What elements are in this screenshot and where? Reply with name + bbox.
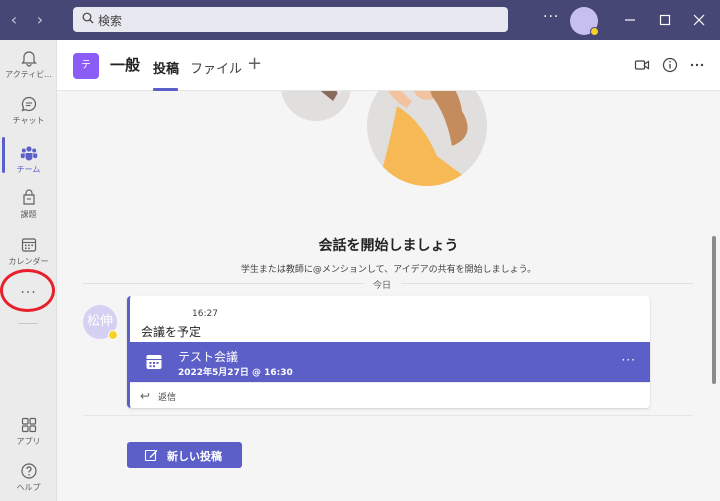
message-text: 会議を予定: [141, 325, 202, 339]
rail-label-help: ヘルプ: [16, 483, 41, 492]
video-icon[interactable]: [634, 57, 650, 73]
back-arrow-icon[interactable]: ‹: [6, 10, 22, 30]
rail-label-assignments: 課題: [20, 210, 37, 219]
profile-avatar[interactable]: [570, 7, 599, 36]
thread-divider: [83, 415, 693, 416]
teams-icon: [20, 146, 37, 161]
status-away-icon: [108, 330, 118, 340]
author-avatar[interactable]: 松伸: [83, 305, 118, 340]
info-icon[interactable]: [662, 57, 678, 73]
date-divider-label: 今日: [363, 278, 402, 291]
reply-button[interactable]: ↩ 返信: [130, 382, 650, 408]
minimize-icon[interactable]: [620, 10, 640, 30]
assignments-icon: [22, 189, 35, 205]
rail-item-apps[interactable]: アプリ: [0, 416, 57, 462]
meeting-card[interactable]: テスト会議 2022年5月27日 @ 16:30 ···: [130, 342, 650, 382]
rail-item-help[interactable]: ヘルプ: [0, 462, 57, 501]
help-icon: [20, 463, 37, 479]
channel-header: テ 一般 投稿 ファイル +: [57, 40, 720, 91]
meeting-date: 2022年5月27日 @ 16:30: [178, 368, 293, 378]
conversation-pane: 会話を開始しましょう 学生または教師に@メンションして、アイデアの共有を開始しま…: [57, 91, 720, 501]
title-bar: ‹ › 検索 ···: [0, 0, 720, 40]
more-options-icon[interactable]: [689, 57, 705, 73]
calendar-icon: [146, 355, 162, 369]
channel-name: 一般: [110, 56, 141, 74]
rail-label-calendar: カレンダー: [8, 257, 49, 266]
chat-icon: [21, 96, 36, 112]
rail-item-activity[interactable]: アクティビ...: [0, 49, 57, 95]
tab-posts[interactable]: 投稿: [153, 58, 179, 77]
message-card[interactable]: 16:27 会議を予定 テスト会議 2022年5月27日 @ 16:30 ···…: [127, 296, 650, 408]
illustration-small: [281, 91, 351, 121]
forward-arrow-icon[interactable]: ›: [32, 10, 48, 30]
scrollbar[interactable]: [712, 236, 716, 384]
rail-label-chat: チャット: [12, 116, 45, 125]
bell-icon: [20, 51, 37, 67]
status-away-icon: [590, 27, 599, 36]
apps-icon: [21, 417, 36, 433]
calendar-icon: [21, 238, 36, 252]
rail-item-teams[interactable]: チーム: [0, 144, 57, 190]
team-avatar[interactable]: テ: [73, 53, 99, 79]
rail-more-icon[interactable]: ···: [0, 285, 57, 301]
author-avatar-text: 松伸: [86, 314, 113, 329]
compose-icon: [144, 449, 158, 462]
rail-label-teams: チーム: [16, 165, 41, 174]
close-icon[interactable]: [689, 10, 709, 30]
rail-label-activity: アクティビ...: [5, 70, 52, 79]
rail-item-assignments[interactable]: 課題: [0, 189, 57, 235]
maximize-icon[interactable]: [655, 10, 675, 30]
illustration-person: [367, 91, 487, 186]
meeting-more-icon[interactable]: ···: [622, 353, 636, 367]
more-options-icon[interactable]: ···: [543, 9, 559, 25]
meeting-title: テスト会議: [178, 350, 239, 364]
new-post-label: 新しい投稿: [167, 450, 222, 463]
search-icon: [82, 12, 94, 24]
reply-label: 返信: [158, 393, 177, 403]
new-post-button[interactable]: 新しい投稿: [127, 442, 242, 468]
message-time: 16:27: [192, 309, 218, 319]
search-placeholder: 検索: [98, 14, 123, 28]
reply-icon: ↩: [140, 389, 151, 403]
empty-state-subtitle: 学生または教師に@メンションして、アイデアの共有を開始しましょう。: [240, 265, 537, 275]
rail-item-chat[interactable]: チャット: [0, 95, 57, 141]
rail-divider: [18, 323, 38, 324]
tab-files[interactable]: ファイル: [190, 58, 242, 77]
app-rail: アクティビ... チャット チーム 課題 カレンダー ··· アプリ ヘルプ: [0, 40, 57, 501]
rail-label-apps: アプリ: [16, 437, 41, 446]
empty-state-title: 会話を開始しましょう: [318, 238, 459, 254]
add-tab-icon[interactable]: +: [247, 53, 262, 74]
search-input[interactable]: 検索: [73, 7, 508, 32]
